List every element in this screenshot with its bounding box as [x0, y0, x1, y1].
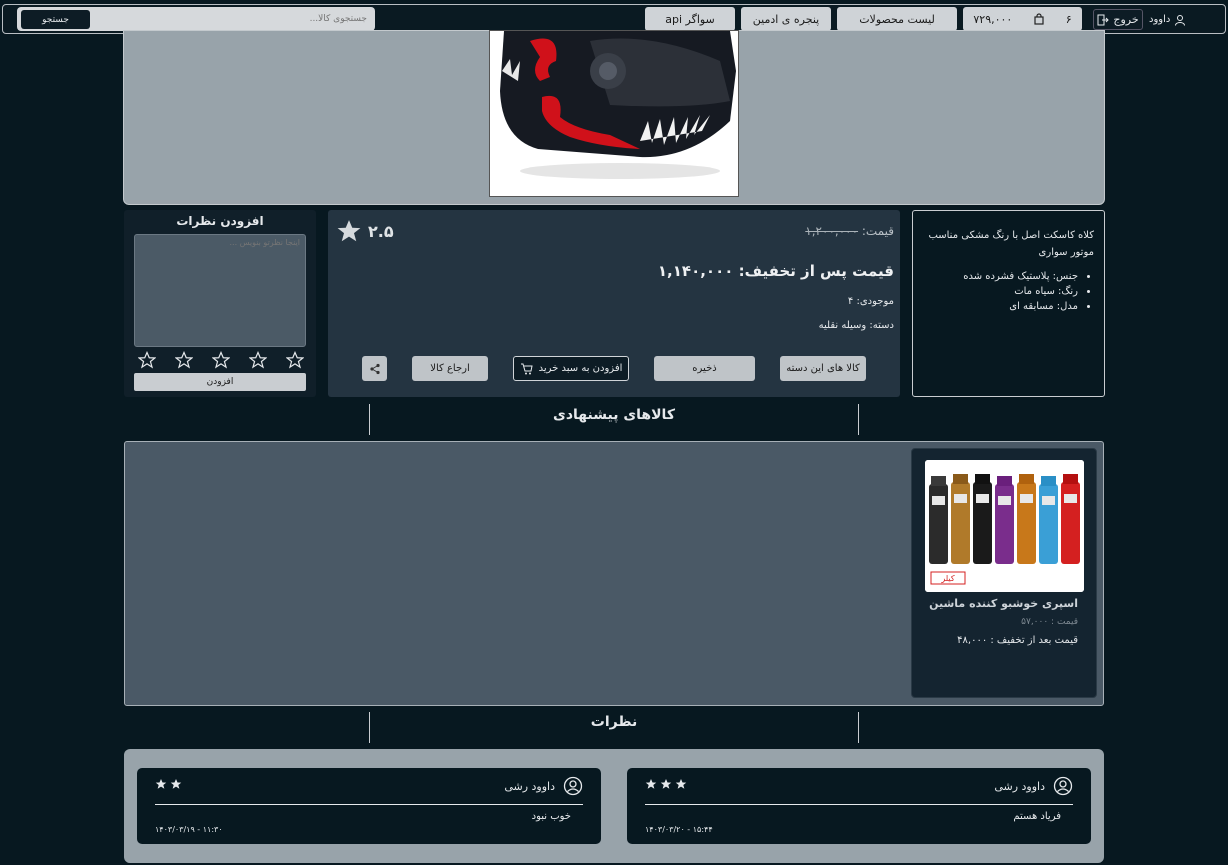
spray-cans-illustration: کیلر — [925, 460, 1084, 592]
star-icon — [660, 779, 672, 789]
stock-count: موجودی: ۴ — [847, 296, 894, 307]
product-info-panel: قیمت: ۱,۲۰۰,۰۰۰ ۲.۵ قیمت پس از تخفیف: ۱,… — [328, 210, 900, 397]
share-icon — [369, 363, 380, 374]
divider — [858, 404, 859, 435]
comment-author-name: داوود رشی — [504, 779, 555, 793]
feature-item: جنس: پلاستیک فشرده شده — [923, 269, 1078, 284]
old-price-value: ۱,۲۰۰,۰۰۰ — [805, 224, 859, 238]
logout-button[interactable]: خروج — [1093, 9, 1143, 30]
search-button[interactable]: جستجو — [21, 10, 90, 29]
star-icon — [337, 220, 361, 242]
save-button[interactable]: ذخیره — [654, 356, 755, 381]
old-price: قیمت: ۱,۲۰۰,۰۰۰ — [805, 224, 894, 238]
product-card-image: کیلر — [925, 460, 1084, 592]
suggestions-title: کالاهای پیشنهادی — [553, 407, 675, 423]
user-icon — [1175, 14, 1186, 26]
review-textarea[interactable] — [134, 234, 306, 347]
feature-item: مدل: مسابقه ای — [923, 299, 1078, 314]
user-circle-icon — [563, 776, 583, 796]
cart-button[interactable]: ۶ ۷۲۹,۰۰۰ — [963, 7, 1082, 31]
share-button[interactable] — [362, 356, 387, 381]
comment-card: داوود رشی خوب نبود ۱۴۰۳/۰۳/۱۹ - ۱۱:۳۰ — [137, 768, 601, 844]
comment-author-name: داوود رشی — [994, 779, 1045, 793]
discount-price: قیمت پس از تخفیف: ۱,۱۴۰,۰۰۰ — [657, 262, 894, 280]
cart-icon — [520, 363, 533, 374]
helmet-illustration — [500, 31, 736, 179]
swagger-button[interactable]: سواگر api — [645, 7, 735, 31]
product-description: کلاه کاسکت اصل با رنگ مشکی مناسب موتور س… — [912, 210, 1105, 397]
rating-value: ۲.۵ — [368, 221, 394, 241]
brand-text: کیلر — [940, 574, 954, 583]
star-icon — [645, 779, 657, 789]
product-card-title: اسپری خوشبو کننده ماشین — [929, 597, 1078, 610]
comment-text: خوب نبود — [531, 811, 571, 822]
add-review-title: افزودن نظرات — [176, 214, 264, 228]
divider — [858, 712, 859, 743]
star-icon — [170, 779, 182, 789]
comments-title: نظرات — [590, 714, 638, 730]
user-circle-icon — [1053, 776, 1073, 796]
products-list-button[interactable]: لیست محصولات — [837, 7, 957, 31]
logout-icon — [1097, 14, 1110, 25]
description-text: کلاه کاسکت اصل با رنگ مشکی مناسب موتور س… — [928, 230, 1094, 258]
product-card-old-price: قیمت : ۵۷,۰۰۰ — [1021, 617, 1078, 627]
add-review-panel: افزودن نظرات افزودن — [124, 210, 316, 397]
add-to-cart-button[interactable]: افزودن به سبد خرید — [513, 356, 629, 381]
product-card-new-price: قیمت بعد از تخفیف : ۴۸,۰۰۰ — [957, 635, 1078, 646]
comment-text: فریاد هستم — [1013, 811, 1061, 822]
comment-divider — [155, 804, 583, 805]
comments-panel: داوود رشی فریاد هستم ۱۴۰۳/۰۳/۲۰ - ۱۵:۴۴ … — [124, 749, 1104, 863]
product-image — [489, 30, 739, 197]
return-item-button[interactable]: ارجاع کالا — [412, 356, 488, 381]
comment-divider — [645, 804, 1073, 805]
star-rating-input — [138, 351, 304, 369]
star-outline-icon[interactable] — [286, 351, 304, 369]
comment-date: ۱۴۰۳/۰۳/۱۹ - ۱۱:۳۰ — [155, 825, 223, 834]
star-outline-icon[interactable] — [138, 351, 156, 369]
comment-author: داوود رشی — [994, 776, 1073, 796]
feature-item: رنگ: سیاه مات — [923, 284, 1078, 299]
comment-author: داوود رشی — [504, 776, 583, 796]
bag-icon — [1034, 13, 1044, 25]
comment-stars — [155, 778, 182, 790]
comment-stars — [645, 778, 687, 790]
star-outline-icon[interactable] — [249, 351, 267, 369]
product-card[interactable]: کیلر اسپری خوشبو کننده ماشین قیمت : ۵۷,۰… — [911, 448, 1097, 698]
rating: ۲.۵ — [336, 218, 394, 244]
user-name: داوود — [1149, 14, 1171, 25]
user-menu[interactable]: داوود — [1149, 9, 1186, 30]
comment-date: ۱۴۰۳/۰۳/۲۰ - ۱۵:۴۴ — [645, 825, 713, 834]
star-outline-icon[interactable] — [212, 351, 230, 369]
comment-card: داوود رشی فریاد هستم ۱۴۰۳/۰۳/۲۰ - ۱۵:۴۴ — [627, 768, 1091, 844]
star-icon — [675, 779, 687, 789]
star-outline-icon[interactable] — [175, 351, 193, 369]
category-items-button[interactable]: کالا های این دسته — [780, 356, 866, 381]
cart-count: ۶ — [1065, 12, 1072, 26]
submit-review-button[interactable]: افزودن — [134, 373, 306, 391]
wallet-balance: ۷۲۹,۰۰۰ — [973, 12, 1013, 26]
admin-panel-button[interactable]: پنجره ی ادمین — [741, 7, 831, 31]
logout-label: خروج — [1113, 13, 1139, 26]
product-category: دسته: وسیله نقلیه — [818, 320, 894, 331]
feature-list: جنس: پلاستیک فشرده شده رنگ: سیاه مات مدل… — [923, 269, 1094, 314]
star-icon — [155, 779, 167, 789]
